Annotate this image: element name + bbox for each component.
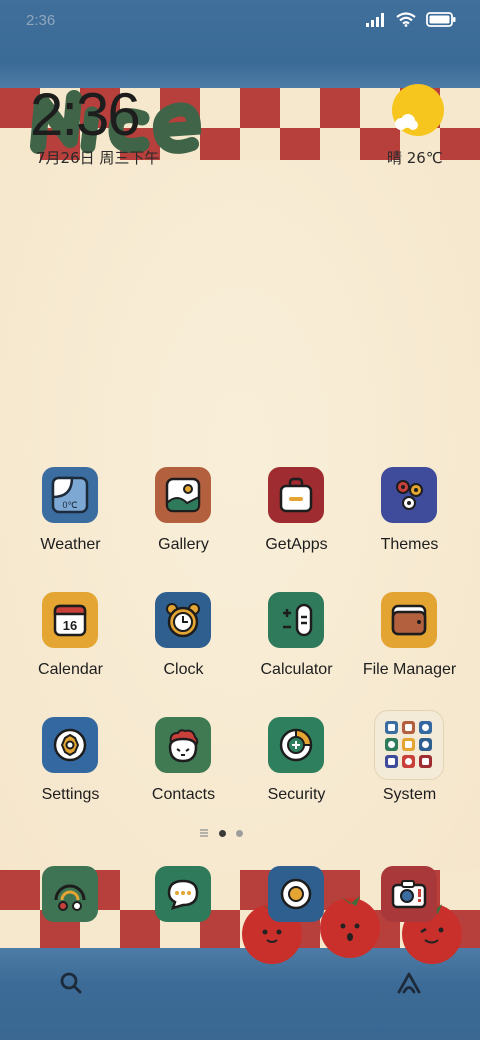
dock-browser-app[interactable] <box>268 866 324 922</box>
app-label: Clock <box>163 661 204 678</box>
app-contacts[interactable]: Contacts <box>127 717 240 817</box>
gear-icon <box>42 717 98 773</box>
feed-page-icon[interactable] <box>199 829 209 837</box>
app-label: Calculator <box>260 661 333 678</box>
app-label: Security <box>267 786 326 803</box>
app-calculator[interactable]: Calculator <box>240 592 353 692</box>
page-dot-2[interactable] <box>236 829 243 837</box>
dock-phone-app[interactable] <box>42 866 98 922</box>
widget-weather[interactable]: 晴 26℃ <box>387 147 443 168</box>
folder-grid-icon <box>374 710 444 780</box>
launcher-a-icon <box>397 972 421 994</box>
dock-camera-app[interactable] <box>381 866 437 922</box>
app-clock[interactable]: Clock <box>127 592 240 692</box>
folder-icon <box>381 592 437 648</box>
app-label: Gallery <box>158 536 209 553</box>
signal-arcs-icon <box>54 884 86 911</box>
app-label: Themes <box>380 536 439 553</box>
app-calendar[interactable]: 16 Calendar <box>14 592 127 692</box>
app-label: Settings <box>41 786 100 803</box>
app-weather[interactable]: 0℃ Weather <box>14 467 127 567</box>
calendar-icon: 16 <box>42 592 98 648</box>
status-bar: 2:36 <box>0 0 480 42</box>
page-indicator[interactable] <box>199 829 243 837</box>
app-gallery[interactable]: Gallery <box>127 467 240 567</box>
app-label: Contacts <box>151 786 216 803</box>
dock-messages-app[interactable] <box>155 866 211 922</box>
app-system-folder[interactable]: System <box>353 710 466 817</box>
search-icon <box>60 972 82 994</box>
calendar-day-number: 16 <box>63 618 77 633</box>
chat-bubble-icon <box>167 879 199 910</box>
bag-icon <box>268 467 324 523</box>
app-file-manager[interactable]: File Manager <box>353 592 466 692</box>
app-label: Weather <box>40 536 101 553</box>
wifi-icon <box>396 12 416 27</box>
calculator-icon <box>268 592 324 648</box>
battery-icon <box>426 12 456 27</box>
weather-icon: 0℃ <box>42 467 98 523</box>
alarm-clock-icon <box>155 592 211 648</box>
launcher-a-button[interactable] <box>394 968 424 998</box>
weather-tile-temp: 0℃ <box>62 500 77 510</box>
cloud-icon <box>395 114 418 130</box>
gallery-icon <box>155 467 211 523</box>
app-label: Calendar <box>38 661 103 678</box>
widget-date[interactable]: 7月26日 周三下午 <box>36 147 159 168</box>
status-time: 2:36 <box>26 12 56 29</box>
egg-icon <box>280 878 312 910</box>
app-label: GetApps <box>265 536 328 553</box>
app-label: System <box>382 786 437 803</box>
app-label: File Manager <box>362 661 457 678</box>
app-settings[interactable]: Settings <box>14 717 127 817</box>
camera-icon <box>391 880 427 909</box>
app-security[interactable]: Security <box>240 717 353 817</box>
app-themes[interactable]: Themes <box>353 467 466 567</box>
face-icon <box>155 717 211 773</box>
page-dot-1[interactable] <box>219 829 226 837</box>
widget-clock-time[interactable]: 2:36 <box>30 80 141 149</box>
search-button[interactable] <box>56 968 86 998</box>
shield-icon <box>268 717 324 773</box>
flowers-icon <box>381 467 437 523</box>
cellular-signal-icon <box>366 12 384 27</box>
app-getapps[interactable]: GetApps <box>240 467 353 567</box>
